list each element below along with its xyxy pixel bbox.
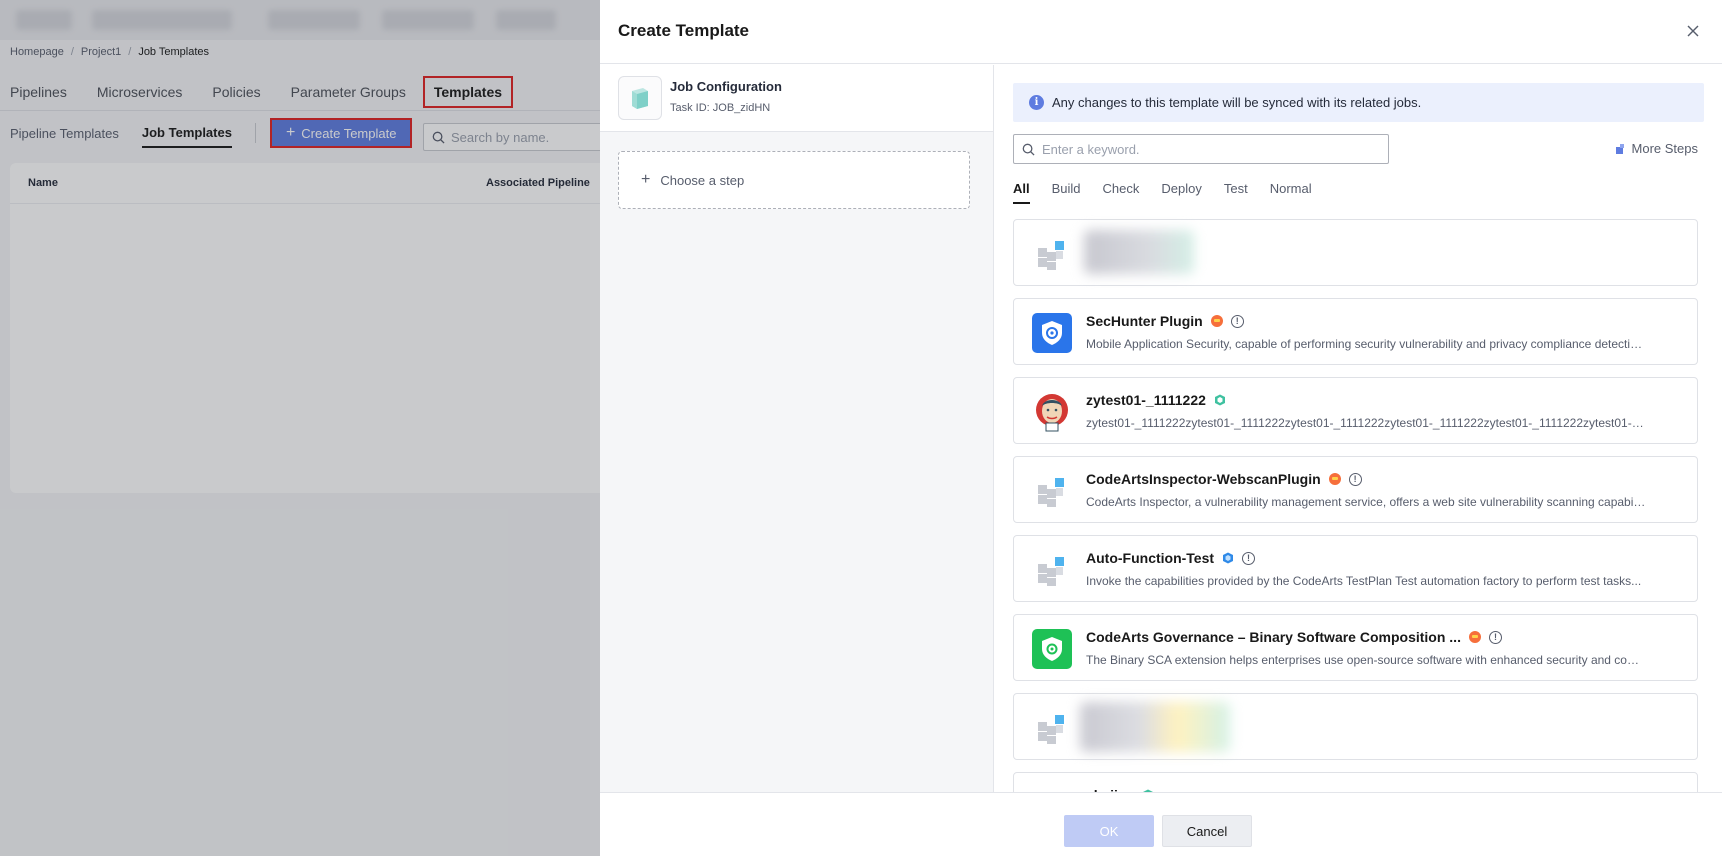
category-tab-check[interactable]: Check xyxy=(1103,181,1140,204)
plugin-card[interactable]: Auto-Function-Test ! Invoke the capabili… xyxy=(1013,535,1698,602)
jenkins-plugin-icon xyxy=(1032,392,1072,432)
choose-step-label: Choose a step xyxy=(660,172,745,188)
plugin-description: CodeArts Inspector, a vulnerability mana… xyxy=(1086,495,1646,509)
cube-plugin-icon xyxy=(1032,471,1072,511)
plugin-card[interactable]: shajian xyxy=(1013,772,1698,792)
plugin-card[interactable]: CodeArtsInspector-WebscanPlugin ! CodeAr… xyxy=(1013,456,1698,523)
hot-badge-icon xyxy=(1328,473,1341,485)
create-template-drawer: Create Template Job Configuration Task I… xyxy=(600,0,1722,856)
plugin-name-row: CodeArtsInspector-WebscanPlugin ! xyxy=(1086,471,1362,487)
plugin-description: Mobile Application Security, capable of … xyxy=(1086,337,1646,351)
ok-button[interactable]: OK xyxy=(1064,815,1154,847)
cube-plugin-icon xyxy=(1032,234,1072,274)
step-column: Job Configuration Task ID: JOB_zidHN + C… xyxy=(600,65,994,792)
job-configuration-card[interactable]: Job Configuration Task ID: JOB_zidHN xyxy=(600,65,993,132)
plus-icon: + xyxy=(641,171,651,188)
drawer-header: Create Template xyxy=(600,0,1722,64)
plugin-selection-panel: i Any changes to this template will be s… xyxy=(995,65,1722,792)
plugin-name: zytest01-_1111222 xyxy=(1086,392,1206,408)
plugin-card[interactable]: CodeArts Governance – Binary Software Co… xyxy=(1013,614,1698,681)
info-circle-icon[interactable]: ! xyxy=(1242,551,1256,565)
plugin-card[interactable] xyxy=(1013,693,1698,760)
plugin-list: SecHunter Plugin ! Mobile Application Se… xyxy=(1013,219,1698,792)
category-tab-all[interactable]: All xyxy=(1013,181,1030,204)
info-circle-icon[interactable]: ! xyxy=(1488,630,1502,644)
plugin-description: Invoke the capabilities provided by the … xyxy=(1086,574,1642,588)
verified-badge-icon xyxy=(1214,394,1225,406)
more-steps-link[interactable]: More Steps xyxy=(1615,141,1698,156)
drawer-footer: OK Cancel xyxy=(600,792,1722,856)
plugin-name-row: CodeArts Governance – Binary Software Co… xyxy=(1086,629,1502,645)
drawer-title: Create Template xyxy=(618,21,750,40)
blurred-plugin-info xyxy=(1080,702,1230,752)
plugin-name: CodeArtsInspector-WebscanPlugin xyxy=(1086,471,1321,487)
hot-badge-icon xyxy=(1210,315,1223,327)
category-tab-normal[interactable]: Normal xyxy=(1270,181,1312,204)
plugin-card[interactable]: SecHunter Plugin ! Mobile Application Se… xyxy=(1013,298,1698,365)
sync-info-text: Any changes to this template will be syn… xyxy=(1052,95,1422,110)
info-icon: i xyxy=(1029,95,1044,110)
plugin-description: The Binary SCA extension helps enterpris… xyxy=(1086,653,1646,667)
close-icon[interactable] xyxy=(1684,22,1702,40)
job-task-id: Task ID: JOB_zidHN xyxy=(670,102,771,114)
job-configuration-icon xyxy=(618,76,662,120)
hot-badge-icon xyxy=(1468,631,1481,643)
choose-step-button[interactable]: + Choose a step xyxy=(618,151,970,209)
keyword-search-field[interactable] xyxy=(1013,134,1389,164)
plugin-name: SecHunter Plugin xyxy=(1086,313,1203,329)
category-tabs: All Build Check Deploy Test Normal xyxy=(1013,181,1334,204)
plugin-name-row: Auto-Function-Test ! xyxy=(1086,550,1256,566)
official-badge-icon xyxy=(1223,552,1234,564)
sync-info-banner: i Any changes to this template will be s… xyxy=(1013,83,1704,122)
extension-icon xyxy=(1615,143,1624,154)
category-tab-deploy[interactable]: Deploy xyxy=(1161,181,1201,204)
blurred-plugin-info xyxy=(1084,230,1194,274)
plugin-name: Auto-Function-Test xyxy=(1086,550,1215,566)
keyword-search-input[interactable] xyxy=(1042,141,1372,157)
cancel-button[interactable]: Cancel xyxy=(1162,815,1252,847)
job-configuration-title: Job Configuration xyxy=(670,79,782,94)
shield-plugin-icon xyxy=(1032,629,1072,669)
plugin-card[interactable] xyxy=(1013,219,1698,286)
plugin-description: zytest01-_1111222zytest01-_1111222zytest… xyxy=(1086,416,1646,430)
more-steps-label: More Steps xyxy=(1631,141,1698,156)
plugin-name-row: SecHunter Plugin ! xyxy=(1086,313,1244,329)
plugin-name: CodeArts Governance – Binary Software Co… xyxy=(1086,629,1461,645)
category-tab-build[interactable]: Build xyxy=(1052,181,1081,204)
info-circle-icon[interactable]: ! xyxy=(1230,314,1244,328)
cube-plugin-icon xyxy=(1032,550,1072,590)
info-circle-icon[interactable]: ! xyxy=(1348,472,1362,486)
cube-plugin-icon xyxy=(1032,708,1072,748)
search-icon xyxy=(1022,143,1035,156)
plugin-card[interactable]: zytest01-_1111222 zytest01-_1111222zytes… xyxy=(1013,377,1698,444)
plugin-name-row: zytest01-_1111222 xyxy=(1086,392,1226,408)
category-tab-test[interactable]: Test xyxy=(1224,181,1248,204)
shield-plugin-icon xyxy=(1032,313,1072,353)
